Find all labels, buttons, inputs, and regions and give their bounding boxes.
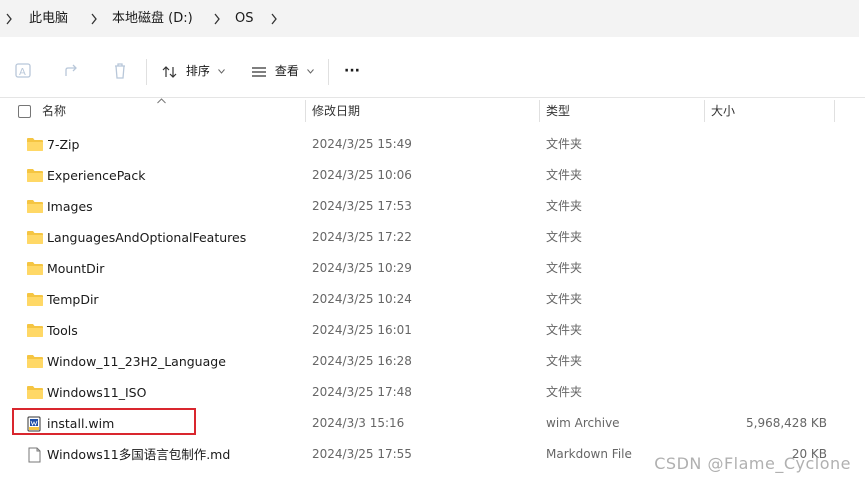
folder-icon [26, 199, 44, 214]
file-type: 文件夹 [546, 385, 583, 399]
file-type: wim Archive [546, 416, 620, 430]
file-name: 7-Zip [47, 137, 80, 152]
file-name: MountDir [47, 261, 105, 276]
chevron-right-icon[interactable] [213, 0, 221, 37]
file-type: 文件夹 [546, 323, 583, 337]
sort-ascending-icon [157, 93, 166, 107]
column-type[interactable]: 类型 [546, 98, 570, 124]
breadcrumb-os[interactable]: OS [235, 0, 253, 37]
svg-text:A: A [19, 67, 26, 78]
column-modified[interactable]: 修改日期 [312, 98, 360, 124]
file-modified: 2024/3/3 15:16 [312, 416, 405, 430]
file-type: 文件夹 [546, 261, 583, 275]
file-type: 文件夹 [546, 230, 583, 244]
file-name: Tools [47, 323, 78, 338]
folder-icon [26, 168, 44, 183]
watermark: CSDN @Flame_Cyclone [654, 454, 851, 473]
file-name: TempDir [47, 292, 99, 307]
file-name: Windows11_ISO [47, 385, 147, 400]
file-name: Windows11多国语言包制作.md [47, 447, 231, 462]
list-item[interactable]: LanguagesAndOptionalFeatures 2024/3/25 1… [0, 222, 865, 253]
toolbar-divider [146, 59, 147, 85]
list-item[interactable]: Images 2024/3/25 17:53 文件夹 [0, 191, 865, 222]
file-name: Window_11_23H2_Language [47, 354, 226, 369]
breadcrumb-this-pc[interactable]: 此电脑 [29, 0, 68, 37]
file-modified: 2024/3/25 15:49 [312, 137, 412, 151]
command-bar: A 排序 查看 ··· [0, 45, 865, 98]
view-button[interactable]: 查看 [251, 59, 314, 83]
trash-icon[interactable] [110, 61, 130, 81]
column-header-bar: 名称 修改日期 类型 大小 [0, 98, 865, 124]
column-size[interactable]: 大小 [711, 98, 735, 124]
column-separator[interactable] [305, 100, 306, 122]
chevron-right-icon[interactable] [90, 0, 98, 37]
list-item[interactable]: TempDir 2024/3/25 10:24 文件夹 [0, 284, 865, 315]
file-modified: 2024/3/25 10:29 [312, 261, 412, 275]
chevron-down-icon [217, 64, 225, 78]
list-item[interactable]: MountDir 2024/3/25 10:29 文件夹 [0, 253, 865, 284]
file-modified: 2024/3/25 16:28 [312, 354, 412, 368]
file-type: 文件夹 [546, 354, 583, 368]
list-item[interactable]: ExperiencePack 2024/3/25 10:06 文件夹 [0, 160, 865, 191]
rename-icon[interactable]: A [14, 61, 34, 81]
column-name[interactable]: 名称 [42, 98, 66, 124]
list-item[interactable]: Tools 2024/3/25 16:01 文件夹 [0, 315, 865, 346]
highlight-box [12, 408, 196, 435]
folder-icon [26, 261, 44, 276]
address-bar[interactable]: 此电脑 本地磁盘 (D:) OS [0, 0, 859, 37]
sort-label: 排序 [185, 64, 210, 78]
file-modified: 2024/3/25 17:53 [312, 199, 412, 213]
view-label: 查看 [274, 64, 299, 78]
share-icon[interactable] [62, 61, 82, 81]
folder-icon [26, 292, 44, 307]
folder-icon [26, 137, 44, 152]
file-type: 文件夹 [546, 199, 583, 213]
sort-button[interactable]: 排序 [162, 59, 225, 83]
file-type: Markdown File [546, 447, 632, 461]
folder-icon [26, 323, 44, 338]
list-item[interactable]: Window_11_23H2_Language 2024/3/25 16:28 … [0, 346, 865, 377]
file-type: 文件夹 [546, 137, 583, 151]
file-name: LanguagesAndOptionalFeatures [47, 230, 247, 245]
file-size: 5,968,428 KB [746, 416, 827, 430]
file-modified: 2024/3/25 10:24 [312, 292, 412, 306]
document-file-icon [26, 447, 44, 463]
folder-icon [26, 230, 44, 245]
chevron-right-icon[interactable] [5, 0, 13, 37]
column-separator[interactable] [834, 100, 835, 122]
file-type: 文件夹 [546, 292, 583, 306]
more-options-button[interactable]: ··· [344, 59, 360, 83]
list-item[interactable]: 7-Zip 2024/3/25 15:49 文件夹 [0, 129, 865, 160]
folder-icon [26, 385, 44, 400]
column-separator[interactable] [704, 100, 705, 122]
column-separator[interactable] [539, 100, 540, 122]
file-modified: 2024/3/25 16:01 [312, 323, 412, 337]
folder-icon [26, 354, 44, 369]
sort-icon [162, 64, 182, 78]
file-modified: 2024/3/25 17:55 [312, 447, 412, 461]
chevron-down-icon [306, 64, 314, 78]
toolbar-divider [328, 59, 329, 85]
breadcrumb-local-disk[interactable]: 本地磁盘 (D:) [112, 0, 193, 37]
file-name: Images [47, 199, 93, 214]
file-modified: 2024/3/25 17:48 [312, 385, 412, 399]
file-name: ExperiencePack [47, 168, 146, 183]
file-modified: 2024/3/25 10:06 [312, 168, 412, 182]
chevron-right-icon[interactable] [270, 0, 278, 37]
file-type: 文件夹 [546, 168, 583, 182]
file-modified: 2024/3/25 17:22 [312, 230, 412, 244]
list-item[interactable]: Windows11_ISO 2024/3/25 17:48 文件夹 [0, 377, 865, 408]
view-icon [251, 64, 271, 78]
select-all-checkbox[interactable] [18, 105, 31, 118]
